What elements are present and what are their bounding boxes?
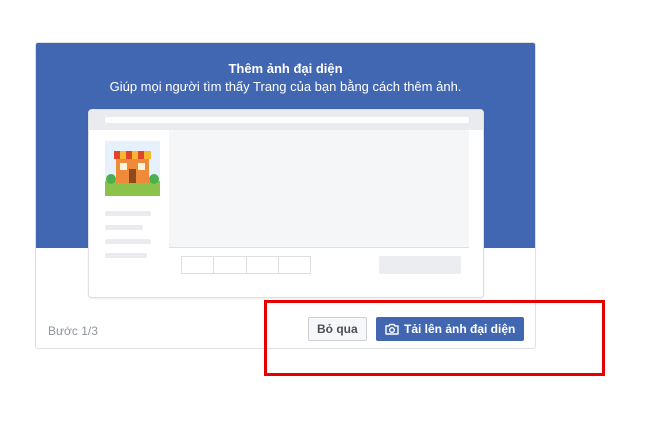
preview-tab-row bbox=[181, 256, 311, 274]
storefront-icon bbox=[105, 141, 160, 196]
preview-placeholder-line bbox=[105, 225, 143, 230]
preview-tab bbox=[214, 257, 247, 273]
preview-browser-bar bbox=[89, 110, 483, 130]
preview-url-bar bbox=[105, 117, 469, 123]
page-preview-illustration bbox=[88, 109, 484, 298]
preview-profile-picture bbox=[105, 141, 160, 196]
preview-divider bbox=[169, 247, 469, 248]
preview-tab bbox=[182, 257, 215, 273]
preview-tab bbox=[247, 257, 279, 273]
preview-tab bbox=[279, 257, 310, 273]
dialog-title: Thêm ảnh đại diện bbox=[228, 61, 343, 76]
preview-placeholder-line bbox=[105, 239, 151, 244]
preview-placeholder-line bbox=[105, 253, 147, 258]
preview-placeholder-line bbox=[105, 211, 151, 216]
preview-action-button bbox=[379, 256, 461, 274]
preview-cover-area bbox=[169, 130, 469, 247]
step-indicator: Bước 1/3 bbox=[48, 324, 98, 338]
dialog-subtitle: Giúp mọi người tìm thấy Trang của bạn bằ… bbox=[109, 79, 462, 94]
highlight-annotation-box bbox=[264, 300, 605, 376]
